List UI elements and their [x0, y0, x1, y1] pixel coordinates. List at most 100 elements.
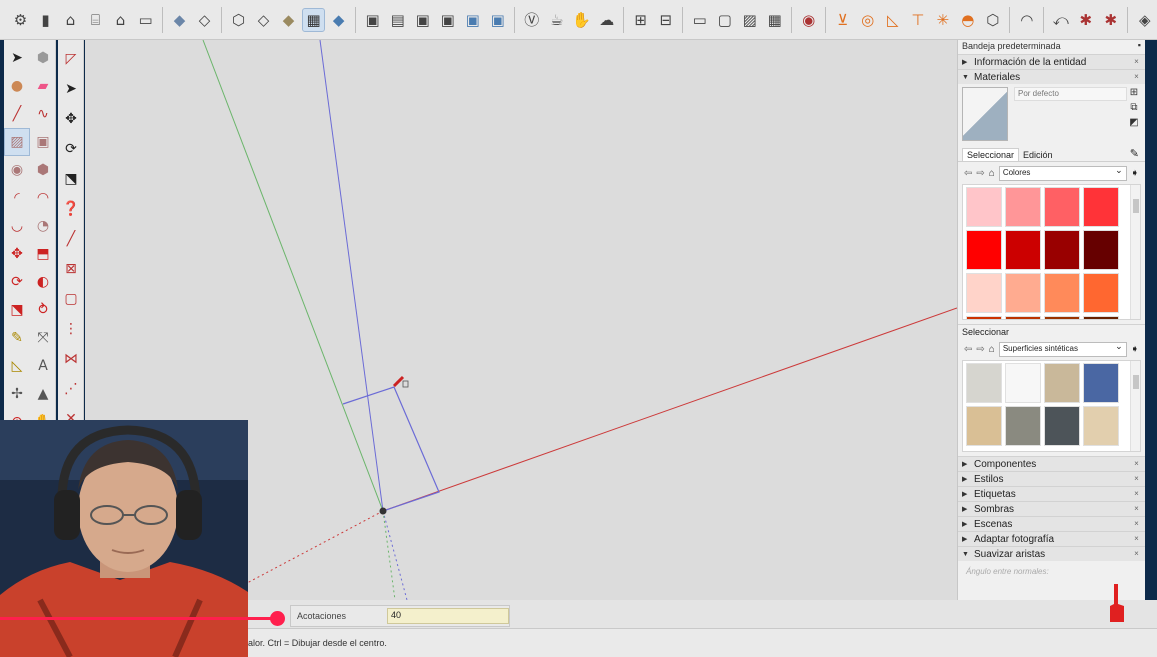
dome-icon[interactable]: ◓ [956, 8, 979, 32]
home-icon-small[interactable]: ⌂ [989, 344, 995, 355]
color-swatch[interactable] [1083, 187, 1119, 227]
axes-icon[interactable]: ⊤ [906, 8, 929, 32]
panel-collapsed[interactable]: ▶ Escenas × [958, 516, 1145, 531]
collection-select[interactable]: Colores [998, 165, 1127, 181]
vray-icon[interactable]: Ⓥ [520, 8, 543, 32]
component-tool-icon[interactable]: ⬢ [30, 44, 56, 72]
move2-icon[interactable]: ✥ [58, 104, 84, 134]
color-swatch[interactable] [1005, 316, 1041, 319]
material-swatch[interactable] [1005, 363, 1041, 403]
eraser-icon[interactable]: ⤺ [1049, 8, 1072, 32]
arc2-tool-icon[interactable]: ◠ [30, 184, 56, 212]
display-secondary-icon[interactable]: ⊞ [1130, 87, 1138, 98]
secondary-collection-select[interactable]: Superficies sintéticas [998, 341, 1127, 357]
material-swatch[interactable] [1044, 406, 1080, 446]
material-swatch[interactable] [966, 363, 1002, 403]
window-icon[interactable]: ▭ [688, 8, 711, 32]
grid-icon[interactable]: ▦ [763, 8, 786, 32]
measurements-input[interactable]: 40 [387, 608, 509, 624]
box-icon[interactable]: ▭ [134, 8, 157, 32]
select2-icon[interactable]: ➤ [58, 74, 84, 104]
color-swatch[interactable] [1044, 316, 1080, 319]
panel-collapsed[interactable]: ▶ Componentes × [958, 456, 1145, 471]
home-icon-small[interactable]: ⌂ [989, 168, 995, 179]
forward-arrow-icon[interactable]: ⇨ [976, 344, 984, 355]
dotted-icon[interactable]: ⋮ [58, 314, 84, 344]
extension-icon[interactable]: ✱ [1074, 8, 1097, 32]
color-swatch[interactable] [1005, 273, 1041, 313]
curve-icon[interactable]: ◠ [1015, 8, 1038, 32]
material-swatch[interactable] [1005, 406, 1041, 446]
back-view-icon[interactable]: ▣ [461, 8, 484, 32]
dimension-tool-icon[interactable]: ⤧ [30, 324, 56, 352]
details-arrow-icon[interactable]: ➧ [1131, 168, 1139, 179]
material-name-field[interactable]: Por defecto [1014, 87, 1127, 101]
line-draw-icon[interactable]: ◸ [58, 44, 84, 74]
getting-started-icon[interactable]: ⚙ [9, 8, 32, 32]
shaded-icon[interactable]: ◆ [277, 8, 300, 32]
pie-tool-icon[interactable]: ◔ [30, 212, 56, 240]
monochrome-icon[interactable]: ◆ [327, 8, 350, 32]
swatch-scrollbar[interactable] [1130, 185, 1140, 319]
frame-icon[interactable]: ▢ [713, 8, 736, 32]
paint-bucket-icon[interactable]: ● [4, 72, 30, 100]
material-swatch[interactable] [1083, 406, 1119, 446]
tape-tool-icon[interactable]: ✎ [4, 324, 30, 352]
move-tool-icon[interactable]: ✥ [4, 240, 30, 268]
extension2-icon[interactable]: ✱ [1099, 8, 1122, 32]
panel-collapsed[interactable]: ▶ Sombras × [958, 501, 1145, 516]
top-view-icon[interactable]: ▤ [386, 8, 409, 32]
backedges-icon[interactable]: ◇ [193, 8, 216, 32]
details-arrow-icon[interactable]: ➧ [1131, 344, 1139, 355]
rectangle-tool-icon[interactable]: ▨ [4, 128, 30, 156]
front-view-icon[interactable]: ▣ [411, 8, 434, 32]
eraser-tool-icon[interactable]: ▰ [30, 72, 56, 100]
synthetic-scrollbar[interactable] [1130, 361, 1140, 451]
line2-icon[interactable]: ╱ [58, 224, 84, 254]
polygon-tool-icon[interactable]: ⬢ [30, 156, 56, 184]
image-icon[interactable]: ▨ [738, 8, 761, 32]
arc3-tool-icon[interactable]: ◡ [4, 212, 30, 240]
circle-tool-icon[interactable]: ◎ [856, 8, 879, 32]
shaded-textures-icon[interactable]: ▦ [302, 7, 326, 32]
color-swatch[interactable] [1005, 187, 1041, 227]
measure-tool-icon[interactable]: ⊻ [831, 8, 854, 32]
hiddenline-icon[interactable]: ◇ [252, 8, 275, 32]
close-icon[interactable]: × [1132, 519, 1141, 529]
components-icon[interactable]: ◈ [1133, 8, 1156, 32]
arc-tool-icon[interactable]: ◜ [4, 184, 30, 212]
warehouse-icon[interactable]: ⌸ [84, 8, 107, 32]
section-icon[interactable]: ⊟ [654, 8, 677, 32]
video-progress-bar[interactable] [0, 617, 278, 620]
eyedropper-icon[interactable]: ✎ [1130, 147, 1139, 160]
close-icon[interactable]: × [1132, 504, 1141, 514]
color-swatch[interactable] [1005, 230, 1041, 270]
color-swatch[interactable] [1083, 273, 1119, 313]
color-swatch[interactable] [966, 230, 1002, 270]
wireframe-icon[interactable]: ⬡ [227, 8, 250, 32]
sandbox-icon[interactable]: ⊞ [629, 8, 652, 32]
back-arrow-icon[interactable]: ⇦ [964, 168, 972, 179]
back-arrow-icon[interactable]: ⇦ [964, 344, 972, 355]
panel-collapsed[interactable]: ▶ Etiquetas × [958, 486, 1145, 501]
panel-collapsed[interactable]: ▶ Adaptar fotografía × [958, 531, 1145, 546]
close-icon[interactable]: × [1132, 57, 1141, 67]
text-tool-icon[interactable]: A [30, 352, 56, 380]
material-swatch[interactable] [1044, 363, 1080, 403]
close-icon[interactable]: × [1132, 489, 1141, 499]
close-icon[interactable]: × [1132, 72, 1141, 82]
scale2-icon[interactable]: ⬔ [58, 164, 84, 194]
home-icon[interactable]: ⌂ [59, 8, 82, 32]
left-view-icon[interactable]: ▣ [486, 8, 509, 32]
iso-view-icon[interactable]: ▣ [361, 8, 384, 32]
book-icon[interactable]: ▮ [34, 8, 57, 32]
video-progress-handle[interactable] [270, 611, 285, 626]
protractor-icon[interactable]: ◺ [881, 8, 904, 32]
hand-icon[interactable]: ✋ [570, 8, 593, 32]
close-icon[interactable]: × [1132, 459, 1141, 469]
3dtext-tool-icon[interactable]: ▲ [30, 380, 56, 408]
extrude-icon[interactable]: ⋈ [58, 344, 84, 374]
pin-icon[interactable]: ▪ [1138, 40, 1141, 50]
create-material-icon[interactable]: ⧉ [1130, 102, 1137, 113]
close-icon[interactable]: × [1132, 474, 1141, 484]
